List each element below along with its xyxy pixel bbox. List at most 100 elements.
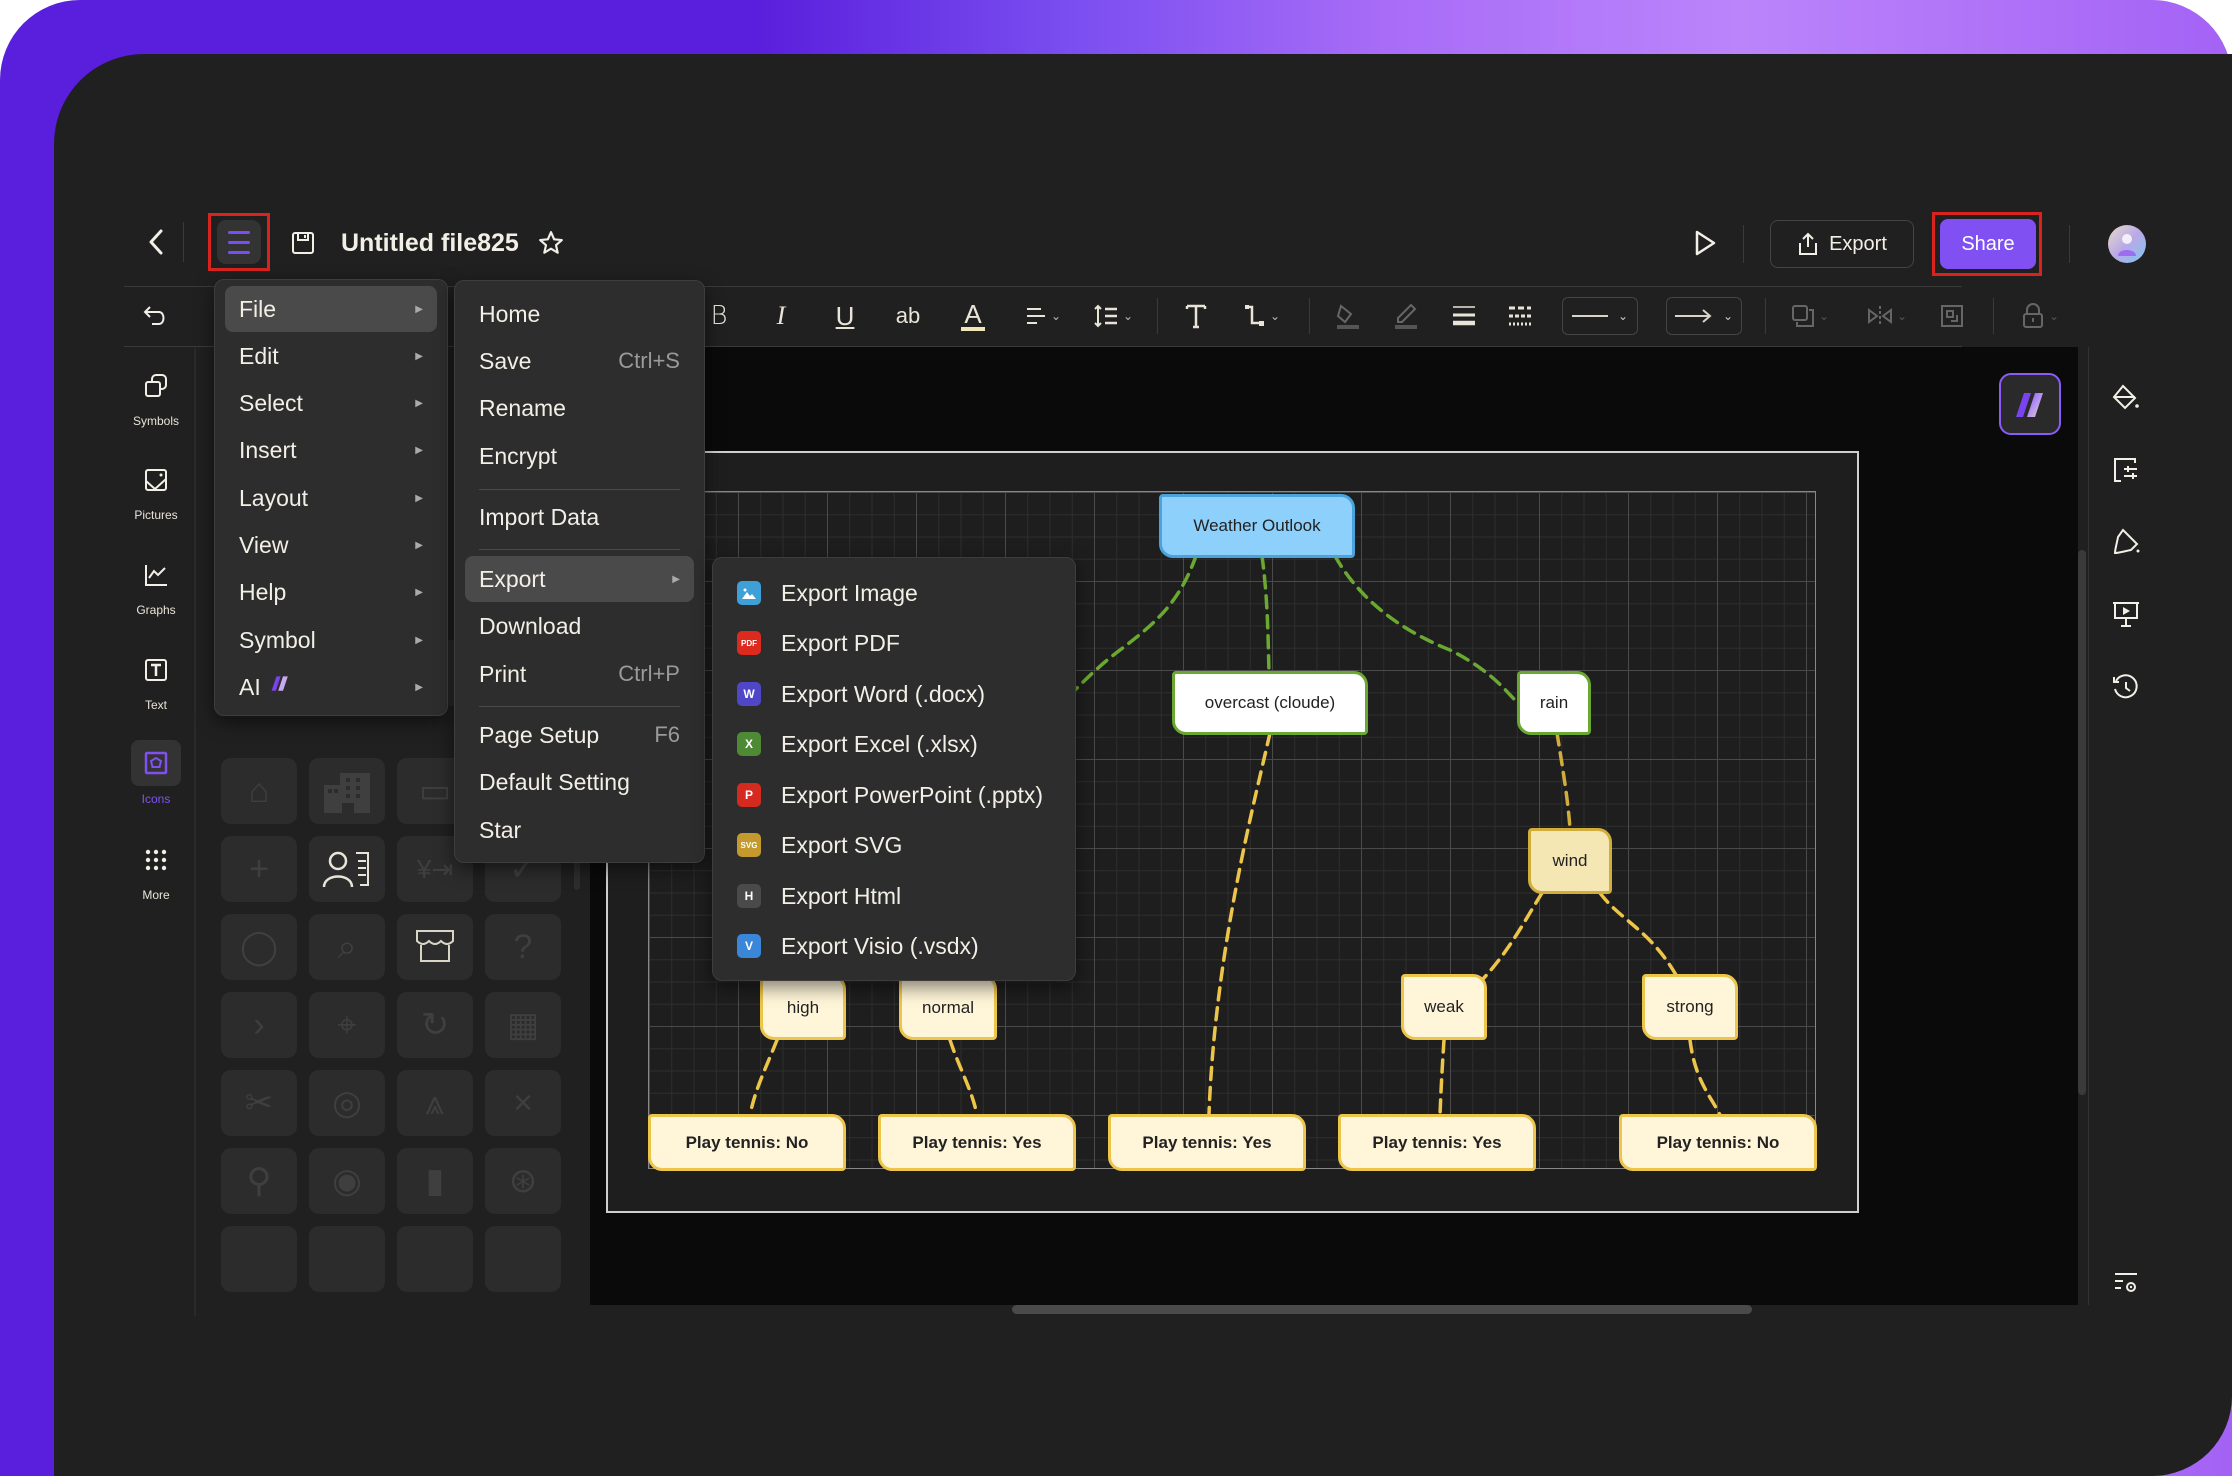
menu-item-edit[interactable]: Edit ▶	[225, 333, 437, 379]
sidebar-item-graphs[interactable]: Graphs	[106, 553, 206, 617]
compass-icon[interactable]: ⩓	[397, 1070, 473, 1136]
node-high[interactable]: high	[760, 975, 846, 1040]
building-icon[interactable]	[309, 758, 385, 824]
arrow-type-dropdown[interactable]: ⌄	[1666, 297, 1742, 335]
flip-button[interactable]: ⌄	[1862, 296, 1912, 336]
menu-item-export-excel[interactable]: X Export Excel (.xlsx)	[723, 721, 1065, 767]
menu-item-ai[interactable]: AI ▶	[225, 664, 437, 710]
save-button[interactable]	[288, 228, 318, 258]
align-button[interactable]: ⌄	[1018, 296, 1068, 336]
bottle-icon[interactable]: ▮	[397, 1148, 473, 1214]
sidebar-item-icons[interactable]: Icons	[106, 740, 206, 806]
menu-item-home[interactable]: Home	[465, 291, 694, 337]
main-menu-button[interactable]	[208, 213, 270, 271]
menu-item-file[interactable]: File ▶	[225, 286, 437, 332]
node-weather-outlook[interactable]: Weather Outlook	[1159, 494, 1355, 558]
menu-item-view[interactable]: View ▶	[225, 522, 437, 568]
menu-item-select[interactable]: Select ▶	[225, 380, 437, 426]
menu-item-export-powerpoint[interactable]: P Export PowerPoint (.pptx)	[723, 772, 1065, 818]
italic-button[interactable]: I	[764, 296, 798, 336]
menu-item-download[interactable]: Download	[465, 603, 694, 649]
node-wind[interactable]: wind	[1528, 828, 1612, 894]
menu-item-symbol[interactable]: Symbol ▶	[225, 617, 437, 663]
chevron-right-icon[interactable]: ›	[221, 992, 297, 1058]
node-weak[interactable]: weak	[1401, 974, 1487, 1040]
node-leaf-play-yes[interactable]: Play tennis: Yes	[1338, 1114, 1536, 1171]
horizontal-scrollbar[interactable]	[1012, 1305, 1752, 1314]
menu-item-export-visio[interactable]: V Export Visio (.vsdx)	[723, 923, 1065, 969]
menu-item-export-word[interactable]: W Export Word (.docx)	[723, 671, 1065, 717]
sidebar-item-pictures[interactable]: Pictures	[106, 458, 206, 522]
icon-tile[interactable]	[397, 1226, 473, 1292]
font-color-button[interactable]: A	[955, 294, 991, 338]
menu-item-save[interactable]: Save Ctrl+S	[465, 338, 694, 384]
fill-color-button[interactable]	[1328, 296, 1368, 336]
scissors-icon[interactable]: ✂	[221, 1070, 297, 1136]
contact-card-icon[interactable]	[309, 836, 385, 902]
menu-item-export-pdf[interactable]: PDF Export PDF	[723, 620, 1065, 666]
search-icon[interactable]: ⌕	[309, 914, 385, 980]
refresh-icon[interactable]: ↻	[397, 992, 473, 1058]
node-leaf-play-yes[interactable]: Play tennis: Yes	[1108, 1114, 1306, 1171]
document-title[interactable]: Untitled file825	[341, 229, 519, 258]
back-button[interactable]	[140, 224, 172, 260]
stamp-icon[interactable]: ⚲	[221, 1148, 297, 1214]
help-icon[interactable]: ?	[485, 914, 561, 980]
node-normal[interactable]: normal	[899, 975, 997, 1040]
target-icon[interactable]: ◎	[309, 1070, 385, 1136]
line-weight-button[interactable]	[1444, 296, 1484, 336]
vertical-scrollbar[interactable]	[2078, 550, 2086, 1095]
arrange-button[interactable]: ⌄	[1785, 296, 1835, 336]
underline-button[interactable]: U	[828, 296, 862, 336]
menu-item-default-setting[interactable]: Default Setting	[465, 759, 694, 805]
menu-item-import-data[interactable]: Import Data	[465, 494, 694, 540]
history-panel-button[interactable]	[2098, 660, 2154, 716]
menu-item-insert[interactable]: Insert ▶	[225, 427, 437, 473]
node-overcast[interactable]: overcast (cloude)	[1172, 671, 1368, 735]
plus-icon[interactable]: +	[221, 836, 297, 902]
location-pin-icon[interactable]: ⌖	[309, 992, 385, 1058]
sidebar-item-text[interactable]: Text	[106, 648, 206, 712]
menu-item-export-image[interactable]: Export Image	[723, 570, 1065, 616]
line-style-button[interactable]	[1500, 296, 1540, 336]
line-color-button[interactable]	[1386, 296, 1426, 336]
menu-item-star[interactable]: Star	[465, 807, 694, 853]
menu-item-print[interactable]: Print Ctrl+P	[465, 651, 694, 697]
menu-item-export[interactable]: Export ▶	[465, 556, 694, 602]
menu-item-help[interactable]: Help ▶	[225, 569, 437, 615]
bold-button[interactable]: B	[702, 296, 736, 336]
sidebar-item-more[interactable]: More	[106, 838, 206, 902]
menu-item-encrypt[interactable]: Encrypt	[465, 433, 694, 479]
penguin-icon[interactable]: ◯	[221, 914, 297, 980]
theme-panel-button[interactable]	[2098, 514, 2154, 570]
node-leaf-play-no[interactable]: Play tennis: No	[648, 1114, 846, 1171]
store-icon[interactable]	[397, 914, 473, 980]
share-button[interactable]: Share	[1940, 219, 2036, 269]
line-spacing-button[interactable]: ⌄	[1086, 296, 1140, 336]
style-panel-button[interactable]	[2098, 370, 2154, 426]
icon-tile[interactable]	[221, 1226, 297, 1292]
text-case-button[interactable]: ab	[890, 296, 926, 336]
node-rain[interactable]: rain	[1517, 671, 1591, 735]
node-leaf-play-no[interactable]: Play tennis: No	[1619, 1114, 1817, 1171]
favorite-button[interactable]	[536, 228, 566, 258]
text-tool-button[interactable]	[1178, 296, 1214, 336]
connector-button[interactable]: ⌄	[1236, 296, 1288, 336]
icon-tile[interactable]	[485, 1226, 561, 1292]
menu-item-page-setup[interactable]: Page Setup F6	[465, 712, 694, 758]
node-leaf-play-yes[interactable]: Play tennis: Yes	[878, 1114, 1076, 1171]
undo-button[interactable]	[138, 296, 174, 336]
menu-item-layout[interactable]: Layout ▶	[225, 475, 437, 521]
line-type-dropdown[interactable]: ⌄	[1562, 297, 1638, 335]
present-button[interactable]	[1688, 226, 1722, 260]
ai-assistant-button[interactable]	[1999, 373, 2061, 435]
group-button[interactable]	[1932, 296, 1972, 336]
export-button[interactable]: Export	[1770, 220, 1914, 268]
menu-item-rename[interactable]: Rename	[465, 385, 694, 431]
disc-icon[interactable]: ◉	[309, 1148, 385, 1214]
easel-icon[interactable]: ⌂	[221, 758, 297, 824]
wheel-icon[interactable]: ⊛	[485, 1148, 561, 1214]
menu-item-export-html[interactable]: H Export Html	[723, 873, 1065, 919]
node-strong[interactable]: strong	[1642, 974, 1738, 1040]
user-avatar[interactable]	[2108, 225, 2146, 263]
